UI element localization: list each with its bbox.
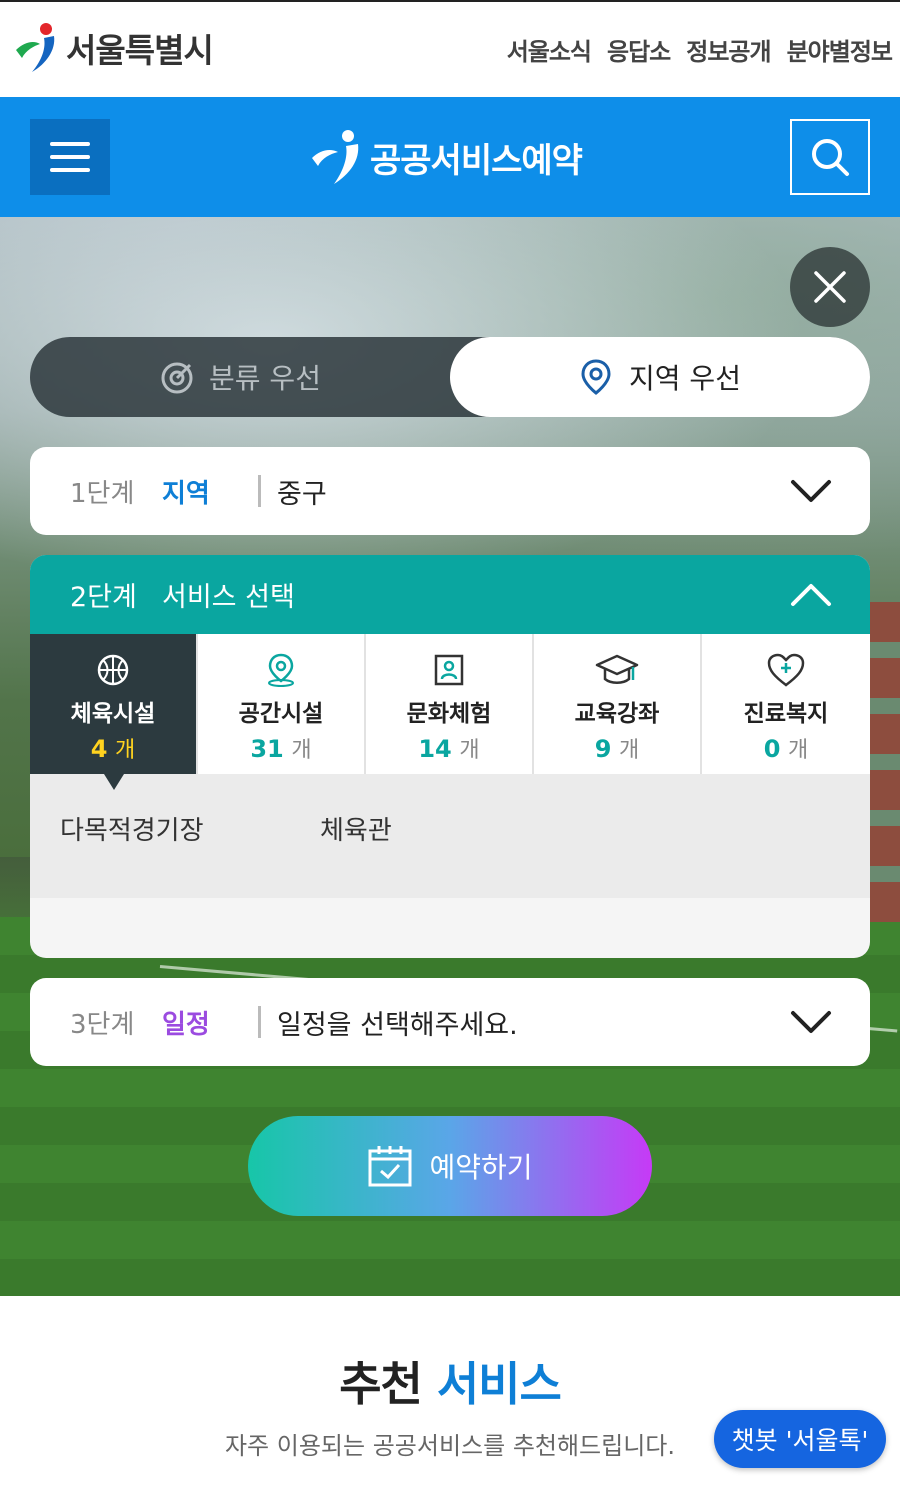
category-name: 공간시설: [238, 701, 324, 727]
top-link-field-info[interactable]: 분야별정보: [787, 32, 893, 67]
category-name: 문화체험: [406, 701, 492, 727]
calendar-check-icon: [368, 1146, 412, 1187]
reserve-button-label: 예약하기: [429, 1151, 533, 1184]
category-welfare[interactable]: 진료복지 0 개: [702, 634, 870, 774]
step1-divider: [258, 475, 261, 507]
top-link-response[interactable]: 응답소: [607, 32, 671, 67]
category-name: 교육강좌: [574, 701, 660, 727]
step1-region-select[interactable]: 1단계 지역 중구: [30, 447, 870, 535]
category-count: 9: [594, 735, 612, 763]
recommend-title-part1: 추천: [339, 1357, 423, 1411]
frame-person-icon: [434, 654, 464, 686]
hamburger-icon-line: [50, 168, 90, 172]
service-header: 공공서비스예약: [0, 97, 900, 217]
step1-number: 1단계: [70, 478, 135, 509]
step1-label: 지역: [162, 478, 210, 509]
brand-icon: [312, 130, 359, 184]
category-unit: 개: [459, 738, 480, 763]
brand[interactable]: 공공서비스예약: [308, 125, 583, 189]
category-education[interactable]: 교육강좌 9 개: [534, 634, 702, 774]
category-space[interactable]: 공간시설 31 개: [198, 634, 366, 774]
step2-label: 서비스 선택: [162, 582, 295, 613]
hamburger-icon: [50, 142, 90, 146]
step1-value: 중구: [277, 478, 327, 510]
subcategory-gym[interactable]: 체육관: [320, 810, 392, 898]
seoul-logo[interactable]: 서울특별시: [10, 20, 214, 76]
category-unit: 개: [115, 738, 136, 763]
priority-toggle: 분류 우선 지역 우선: [30, 337, 870, 417]
category-name: 체육시설: [70, 701, 156, 727]
top-link-news[interactable]: 서울소식: [507, 32, 592, 67]
background-building: [868, 602, 900, 922]
category-culture[interactable]: 문화체험 14 개: [366, 634, 534, 774]
region-priority-tab[interactable]: 지역 우선: [450, 337, 870, 417]
category-unit: 개: [291, 738, 312, 763]
step2-number: 2단계: [70, 582, 137, 613]
graduation-cap-icon: [595, 654, 639, 684]
heart-plus-icon: [767, 653, 805, 687]
step3-divider: [258, 1006, 261, 1038]
step2-service-panel: 2단계 서비스 선택 체육시설 4 개 공간시설 31 개 문화체험 14 개 …: [30, 555, 870, 958]
step2-header[interactable]: 2단계 서비스 선택: [30, 555, 870, 634]
reserve-button[interactable]: 예약하기: [248, 1116, 652, 1216]
search-button[interactable]: [790, 119, 870, 195]
category-list: 체육시설 4 개 공간시설 31 개 문화체험 14 개 교육강좌 9 개 진료…: [30, 634, 870, 790]
step3-value: 일정을 선택해주세요.: [277, 1009, 518, 1041]
top-link-info[interactable]: 정보공개: [686, 32, 771, 67]
category-name: 진료복지: [743, 701, 829, 727]
brand-title: 공공서비스예약: [370, 140, 583, 181]
category-sports[interactable]: 체육시설 4 개: [30, 634, 198, 790]
basketball-icon: [97, 654, 129, 686]
location-pin-icon: [268, 653, 294, 687]
chatbot-button[interactable]: 챗봇 '서울톡': [714, 1410, 886, 1468]
category-count: 31: [250, 735, 284, 763]
subcategory-stadium[interactable]: 다목적경기장: [60, 810, 320, 898]
category-priority-tab[interactable]: 분류 우선: [30, 337, 450, 417]
target-icon: [161, 362, 193, 394]
logo-text: 서울특별시: [66, 31, 214, 70]
chevron-down-icon: [791, 1011, 831, 1033]
step3-number: 3단계: [70, 1009, 135, 1040]
category-count: 4: [90, 735, 108, 763]
category-unit: 개: [788, 738, 809, 763]
category-count: 0: [763, 735, 781, 763]
background-field: [0, 917, 900, 1296]
top-links: 서울소식 응답소 정보공개 분야별정보: [507, 32, 893, 67]
close-button[interactable]: [790, 247, 870, 327]
hamburger-icon-line: [50, 155, 90, 159]
search-icon: [812, 139, 849, 176]
recommend-title-part2: 서비스: [436, 1357, 562, 1411]
recommend-title: 추천 서비스: [0, 1348, 900, 1414]
chevron-down-icon: [791, 480, 831, 502]
location-pin-icon: [581, 359, 611, 395]
step3-schedule-select[interactable]: 3단계 일정 일정을 선택해주세요.: [30, 978, 870, 1066]
category-count: 14: [418, 735, 452, 763]
category-unit: 개: [619, 738, 640, 763]
chevron-up-icon: [791, 583, 831, 606]
category-priority-label: 분류 우선: [209, 362, 321, 395]
seoul-logo-icon: [16, 23, 55, 72]
region-priority-label: 지역 우선: [629, 362, 741, 395]
subcategory-list: 다목적경기장 체육관: [30, 774, 870, 898]
top-bar: 서울특별시 서울소식 응답소 정보공개 분야별정보: [0, 0, 900, 97]
step3-label: 일정: [162, 1009, 210, 1040]
close-icon: [814, 271, 846, 303]
menu-button[interactable]: [30, 119, 110, 195]
